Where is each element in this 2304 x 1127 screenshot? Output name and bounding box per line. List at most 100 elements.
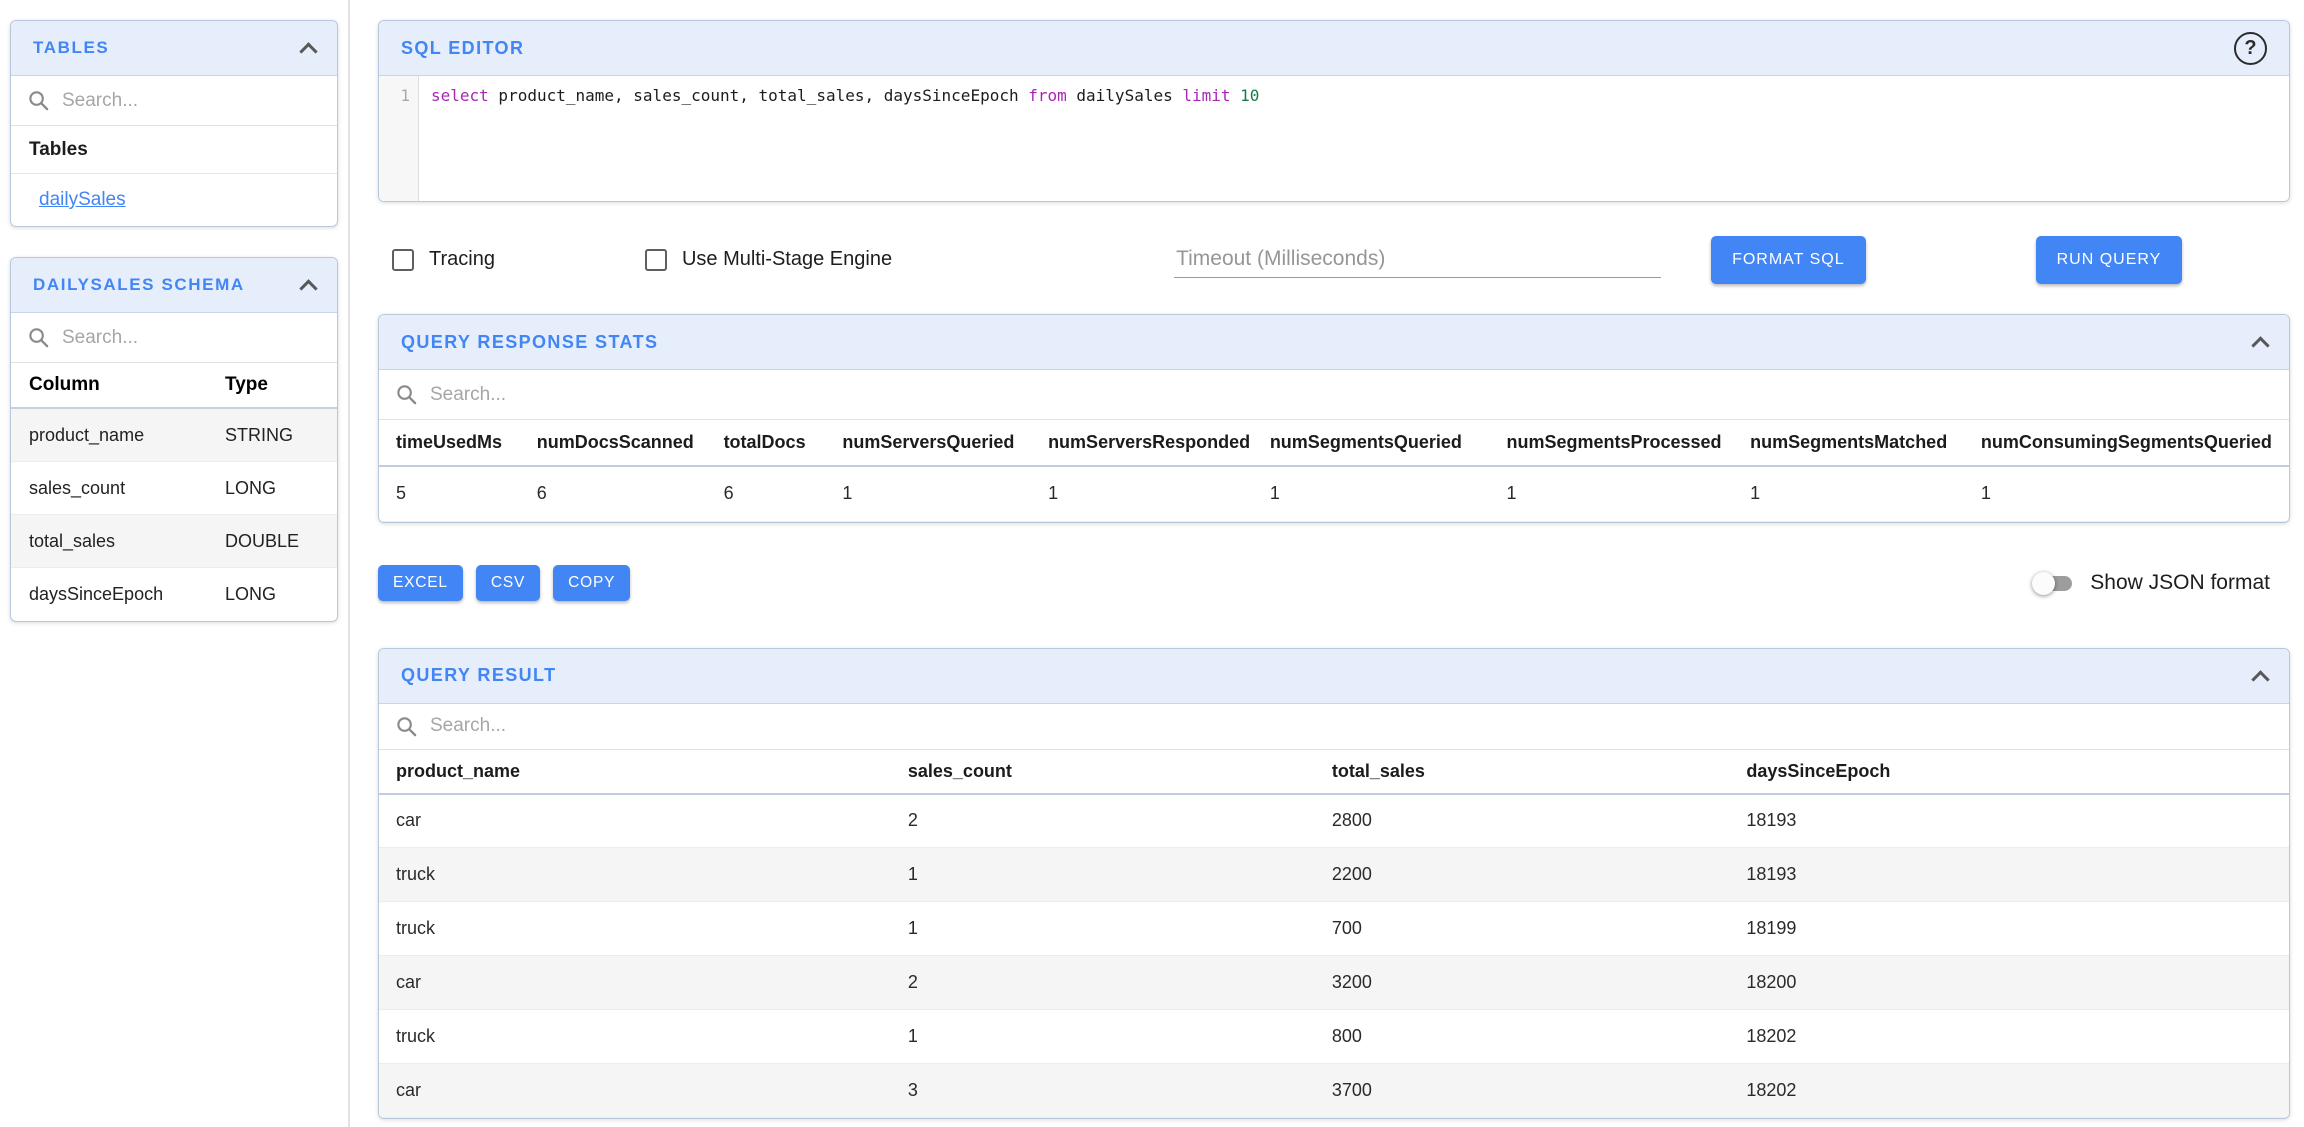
result-column-header[interactable]: sales_count — [891, 750, 1315, 794]
sql-code-area[interactable]: select product_name, sales_count, total_… — [419, 76, 2289, 201]
stats-column-header[interactable]: numDocsScanned — [520, 420, 707, 466]
tracing-checkbox[interactable] — [392, 249, 414, 271]
stats-column-header[interactable]: numServersQueried — [825, 420, 1031, 466]
result-cell: 3 — [891, 1064, 1315, 1118]
csv-button[interactable]: CSV — [476, 565, 540, 601]
tables-panel-header: TABLES — [11, 21, 337, 76]
result-header: QUERY RESULT — [379, 649, 2289, 704]
result-column-header[interactable]: total_sales — [1315, 750, 1729, 794]
search-icon — [27, 89, 50, 112]
schema-column-name: total_sales — [29, 531, 225, 552]
sql-token: from — [1028, 86, 1067, 105]
schema-column-name: sales_count — [29, 478, 225, 499]
schema-column-type: DOUBLE — [225, 531, 299, 552]
stats-cell: 1 — [1253, 466, 1490, 521]
line-number: 1 — [400, 86, 410, 105]
tables-search-row — [11, 76, 337, 126]
schema-panel: DAILYSALES SCHEMA Column Type product_na… — [10, 257, 338, 622]
result-column-header[interactable]: product_name — [379, 750, 891, 794]
stats-column-header[interactable]: timeUsedMs — [379, 420, 520, 466]
table-link-dailysales[interactable]: dailySales — [39, 189, 126, 211]
schema-col-header[interactable]: Column — [29, 374, 225, 396]
sql-token — [1231, 86, 1241, 105]
chevron-up-icon[interactable] — [2251, 670, 2269, 688]
schema-column-name: daysSinceEpoch — [29, 584, 225, 605]
stats-column-header[interactable]: numServersResponded — [1031, 420, 1253, 466]
result-table: product_name sales_count total_sales day… — [379, 750, 2289, 1119]
chevron-up-icon[interactable] — [2251, 336, 2269, 354]
result-cell: car — [379, 794, 891, 848]
show-json-label: Show JSON format — [2090, 571, 2270, 595]
multi-stage-checkbox-group[interactable]: Use Multi-Stage Engine — [645, 248, 892, 271]
schema-row: product_name STRING — [11, 409, 337, 462]
stats-row: 5 6 6 1 1 1 1 1 1 — [379, 466, 2289, 521]
sql-token: dailySales — [1067, 86, 1183, 105]
result-row: car 2 2800 18193 — [379, 794, 2289, 848]
search-icon — [395, 715, 418, 738]
result-cell: 3200 — [1315, 956, 1729, 1010]
stats-cell: 1 — [825, 466, 1031, 521]
copy-button[interactable]: COPY — [553, 565, 630, 601]
stats-cell: 1 — [1031, 466, 1253, 521]
table-list-item[interactable]: dailySales — [11, 174, 337, 226]
tables-panel-title: TABLES — [33, 38, 109, 58]
show-json-toggle[interactable] — [2032, 571, 2074, 595]
run-query-button[interactable]: RUN QUERY — [2036, 236, 2183, 284]
editor-line-number-gutter: 1 — [379, 76, 419, 201]
stats-column-header[interactable]: numSegmentsProcessed — [1489, 420, 1733, 466]
chevron-up-icon[interactable] — [299, 42, 317, 60]
result-cell: 18193 — [1729, 848, 2289, 902]
toggle-thumb — [2032, 572, 2055, 595]
stats-column-header[interactable]: numConsumingSegmentsQueried — [1964, 420, 2289, 466]
stats-cell: 1 — [1733, 466, 1964, 521]
schema-panel-title: DAILYSALES SCHEMA — [33, 275, 245, 295]
result-row: car 2 3200 18200 — [379, 956, 2289, 1010]
stats-column-header[interactable]: numSegmentsQueried — [1253, 420, 1490, 466]
query-result-panel: QUERY RESULT product_name sales_count — [378, 648, 2290, 1120]
help-icon[interactable]: ? — [2234, 32, 2267, 65]
result-row: truck 1 700 18199 — [379, 902, 2289, 956]
sql-editor-title: SQL EDITOR — [401, 38, 524, 59]
timeout-input[interactable] — [1174, 241, 1661, 278]
sql-token: select — [431, 86, 489, 105]
result-search-row — [379, 704, 2289, 750]
tracing-checkbox-group[interactable]: Tracing — [392, 248, 495, 271]
main-content: SQL EDITOR ? 1 select product_name, sale… — [350, 0, 2304, 1127]
json-format-toggle-group: Show JSON format — [2032, 571, 2290, 595]
tables-search-input[interactable] — [62, 90, 321, 112]
result-cell: 2200 — [1315, 848, 1729, 902]
result-cell: 1 — [891, 848, 1315, 902]
result-cell: 18199 — [1729, 902, 2289, 956]
result-cell: 18193 — [1729, 794, 2289, 848]
tables-list-header: Tables — [11, 126, 337, 174]
pinot-query-console: TABLES Tables dailySales DAILYSALES SCHE… — [0, 0, 2304, 1127]
schema-panel-header: DAILYSALES SCHEMA — [11, 258, 337, 313]
sql-editor-header: SQL EDITOR ? — [379, 21, 2289, 76]
result-cell: truck — [379, 902, 891, 956]
result-row: truck 1 2200 18193 — [379, 848, 2289, 902]
stats-cell: 5 — [379, 466, 520, 521]
stats-search-row — [379, 370, 2289, 420]
stats-table: timeUsedMs numDocsScanned totalDocs numS… — [379, 420, 2289, 522]
stats-search-input[interactable] — [430, 384, 2273, 406]
sql-token: 10 — [1240, 86, 1259, 105]
stats-cell: 6 — [520, 466, 707, 521]
schema-row: sales_count LONG — [11, 462, 337, 515]
stats-column-header[interactable]: numSegmentsMatched — [1733, 420, 1964, 466]
excel-button[interactable]: EXCEL — [378, 565, 463, 601]
result-search-input[interactable] — [430, 715, 2273, 737]
tables-panel: TABLES Tables dailySales — [10, 20, 338, 227]
result-title: QUERY RESULT — [401, 665, 556, 686]
format-sql-button[interactable]: FORMAT SQL — [1711, 236, 1866, 284]
schema-type-header[interactable]: Type — [225, 374, 268, 396]
stats-column-header[interactable]: totalDocs — [707, 420, 826, 466]
result-cell: 700 — [1315, 902, 1729, 956]
chevron-up-icon[interactable] — [299, 279, 317, 297]
schema-search-input[interactable] — [62, 327, 321, 349]
multi-stage-checkbox[interactable] — [645, 249, 667, 271]
query-toolbar: Tracing Use Multi-Stage Engine FORMAT SQ… — [378, 232, 2290, 287]
result-cell: car — [379, 956, 891, 1010]
result-cell: truck — [379, 1010, 891, 1064]
multi-stage-label: Use Multi-Stage Engine — [682, 248, 892, 271]
result-column-header[interactable]: daysSinceEpoch — [1729, 750, 2289, 794]
